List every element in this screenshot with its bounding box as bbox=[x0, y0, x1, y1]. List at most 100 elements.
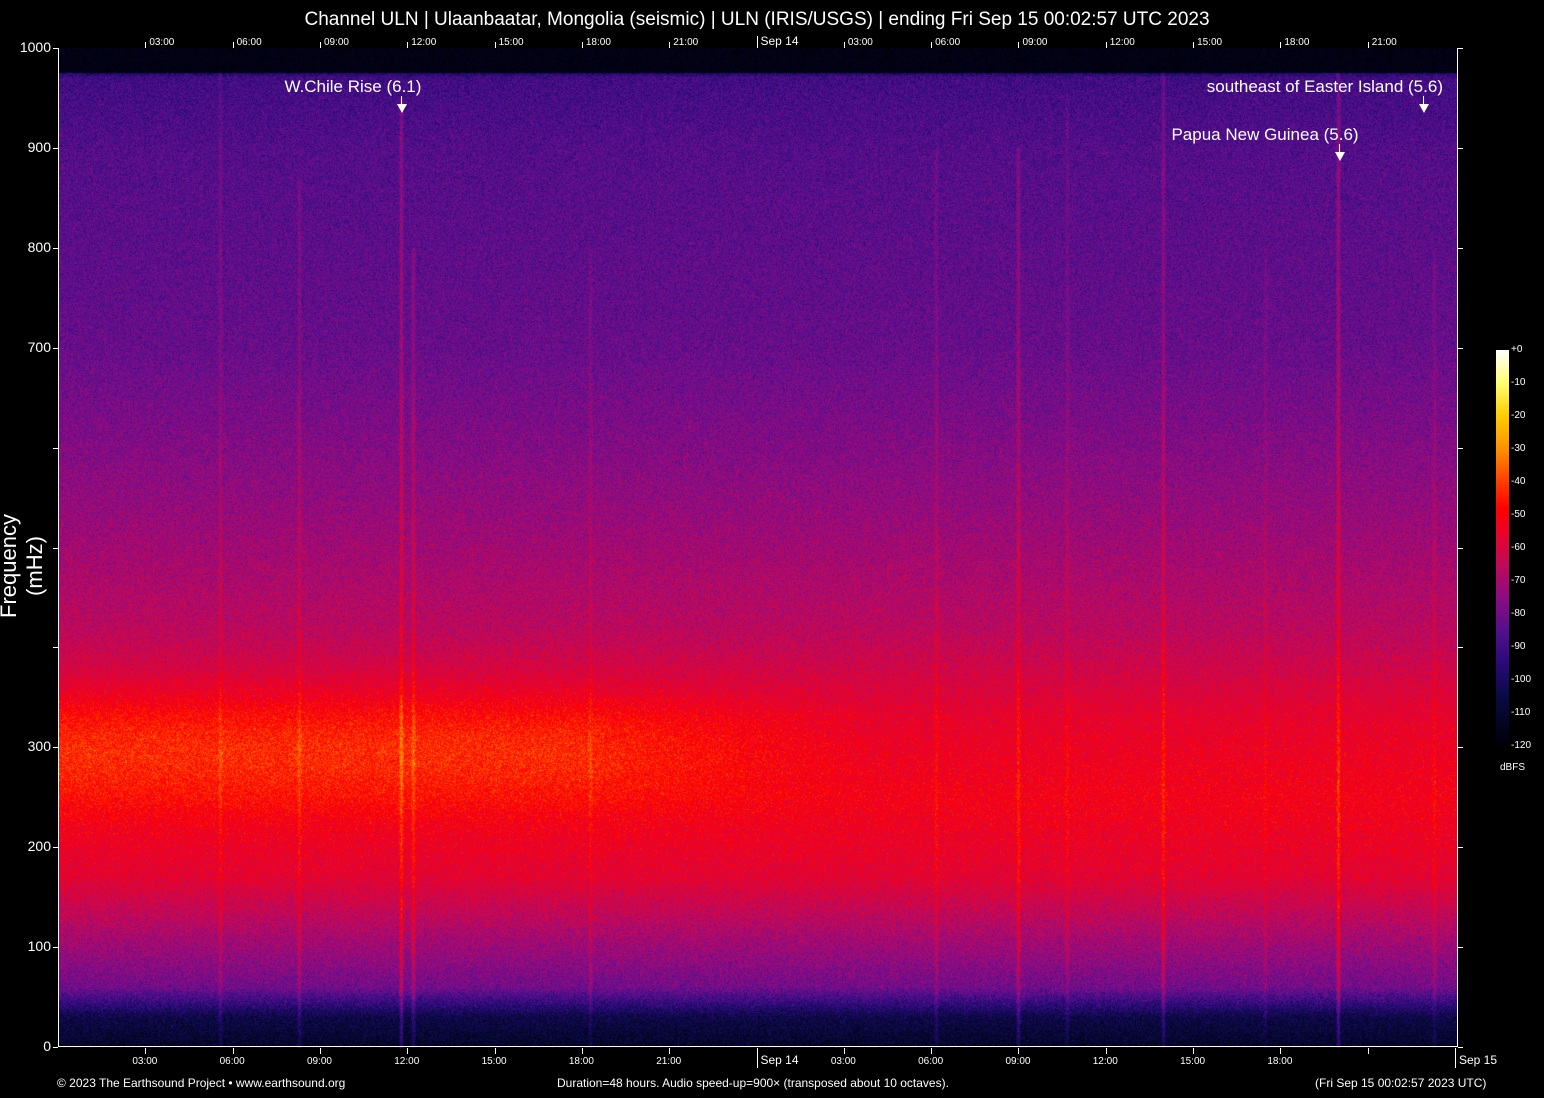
y-tick bbox=[53, 747, 58, 749]
event-label: southeast of Easter Island (5.6) bbox=[1206, 77, 1443, 96]
y-tick-label: 900 bbox=[27, 138, 51, 155]
x-tick-bottom bbox=[1105, 1048, 1107, 1054]
x-tick-top bbox=[232, 42, 234, 48]
x-tick-label-top: 12:00 bbox=[411, 37, 437, 48]
x-tick-top bbox=[843, 42, 845, 48]
arrow-head-icon bbox=[1334, 152, 1345, 161]
x-tick-label-bottom: Sep 15 bbox=[1459, 1053, 1498, 1067]
event-arrow bbox=[401, 96, 403, 104]
x-tick-bottom bbox=[581, 1048, 583, 1054]
event-label: W.Chile Rise (6.1) bbox=[284, 77, 422, 96]
y-tick bbox=[53, 447, 58, 449]
x-tick-top bbox=[581, 42, 583, 48]
y-axis-title: Frequency (mHz) bbox=[0, 514, 47, 618]
y-tick-right bbox=[1458, 947, 1463, 949]
x-tick-label-bottom: Sep 14 bbox=[760, 1053, 799, 1067]
y-tick-right bbox=[1458, 1047, 1463, 1048]
arrow-head-icon bbox=[1418, 104, 1429, 113]
colorbar-unit: dBFS bbox=[1500, 762, 1526, 773]
y-tick-label: 800 bbox=[27, 238, 51, 255]
colorbar-tick-label: -60 bbox=[1511, 542, 1526, 553]
colorbar-tick-label: -80 bbox=[1511, 608, 1526, 619]
x-tick-label-top: 21:00 bbox=[1371, 37, 1397, 48]
y-tick-label: 1000 bbox=[19, 39, 51, 55]
x-tick-bottom bbox=[1367, 1048, 1369, 1054]
x-tick-bottom bbox=[669, 1048, 671, 1054]
y-tick bbox=[53, 247, 58, 249]
x-tick-bottom bbox=[1455, 1048, 1456, 1068]
y-tick-right bbox=[1458, 747, 1463, 749]
x-tick-label-bottom: 12:00 bbox=[1092, 1056, 1118, 1067]
x-tick-label-top: 06:00 bbox=[236, 37, 262, 48]
x-tick-top bbox=[669, 42, 671, 48]
y-tick-right bbox=[1458, 48, 1463, 49]
footer-info: Duration=48 hours. Audio speed-up=900× (… bbox=[557, 1076, 949, 1090]
x-tick-bottom bbox=[843, 1048, 845, 1054]
colorbar-tick-label: -50 bbox=[1511, 509, 1526, 520]
x-tick-bottom bbox=[494, 1048, 496, 1054]
y-tick-right bbox=[1458, 347, 1463, 349]
x-tick-label-bottom: 06:00 bbox=[918, 1056, 944, 1067]
y-tick bbox=[53, 647, 58, 649]
x-tick-label-top: 03:00 bbox=[847, 37, 873, 48]
x-tick-top bbox=[319, 42, 321, 48]
x-tick-bottom bbox=[1193, 1048, 1195, 1054]
colorbar-tick-label: -20 bbox=[1511, 410, 1526, 421]
x-tick-label-top: 21:00 bbox=[673, 37, 699, 48]
colorbar-tick-label: -40 bbox=[1511, 476, 1526, 487]
x-tick-bottom bbox=[1018, 1048, 1020, 1054]
x-tick-top bbox=[1018, 42, 1020, 48]
y-tick-label: 0 bbox=[43, 1038, 51, 1054]
x-tick-label-top: 06:00 bbox=[935, 37, 961, 48]
x-tick-label-bottom: 09:00 bbox=[306, 1056, 332, 1067]
x-tick-label-bottom: 06:00 bbox=[219, 1056, 245, 1067]
y-tick bbox=[53, 347, 58, 349]
colorbar-tick-label: -110 bbox=[1511, 707, 1531, 718]
x-tick-label-bottom: 09:00 bbox=[1005, 1056, 1031, 1067]
x-tick-bottom bbox=[1280, 1048, 1282, 1054]
colorbar-tick-label: +0 bbox=[1511, 344, 1523, 355]
y-tick-label: 200 bbox=[27, 838, 51, 855]
x-tick-bottom bbox=[145, 1048, 147, 1054]
event-arrow bbox=[1338, 144, 1340, 152]
x-tick-label-bottom: 03:00 bbox=[132, 1056, 158, 1067]
y-tick-label: 100 bbox=[27, 938, 51, 955]
y-tick-right bbox=[1458, 547, 1463, 549]
y-tick bbox=[53, 1047, 58, 1048]
x-tick-label-bottom: 18:00 bbox=[568, 1056, 594, 1067]
arrow-head-icon bbox=[397, 104, 408, 113]
colorbar-tick-label: -100 bbox=[1511, 674, 1532, 685]
x-tick-top bbox=[931, 42, 933, 48]
footer-end-time: (Fri Sep 15 00:02:57 2023 UTC) bbox=[1315, 1076, 1487, 1090]
colorbar-tick-label: -30 bbox=[1511, 443, 1526, 454]
x-tick-label-top: 15:00 bbox=[498, 37, 524, 48]
x-tick-label-top: 09:00 bbox=[1022, 37, 1048, 48]
x-tick-label-bottom: 15:00 bbox=[1180, 1056, 1206, 1067]
x-tick-bottom bbox=[232, 1048, 234, 1054]
x-tick-bottom bbox=[756, 1048, 758, 1068]
x-tick-label-bottom: 15:00 bbox=[481, 1056, 507, 1067]
x-tick-top bbox=[756, 36, 758, 48]
y-tick-right bbox=[1458, 647, 1463, 649]
y-tick-right bbox=[1458, 247, 1463, 249]
plot-frame bbox=[58, 48, 1458, 1047]
x-tick-label-bottom: 18:00 bbox=[1267, 1056, 1293, 1067]
x-tick-label-top: 03:00 bbox=[149, 37, 175, 48]
colorbar-tick-label: -10 bbox=[1511, 377, 1526, 388]
event-label: Papua New Guinea (5.6) bbox=[1171, 125, 1359, 144]
x-tick-label-top: 18:00 bbox=[1284, 37, 1310, 48]
x-tick-top bbox=[145, 42, 147, 48]
y-tick-right bbox=[1458, 847, 1463, 849]
y-tick bbox=[53, 547, 58, 549]
colorbar-tick-label: -70 bbox=[1511, 575, 1526, 586]
chart-title: Channel ULN | Ulaanbaatar, Mongolia (sei… bbox=[304, 9, 1210, 30]
y-tick bbox=[53, 847, 58, 849]
x-tick-bottom bbox=[407, 1048, 409, 1054]
y-tick bbox=[53, 147, 58, 149]
x-tick-bottom bbox=[319, 1048, 321, 1054]
x-tick-top bbox=[1105, 42, 1107, 48]
y-tick-label: 700 bbox=[27, 338, 51, 355]
x-tick-label-bottom: 12:00 bbox=[394, 1056, 420, 1067]
x-tick-bottom bbox=[931, 1048, 933, 1054]
x-tick-top bbox=[407, 42, 409, 48]
